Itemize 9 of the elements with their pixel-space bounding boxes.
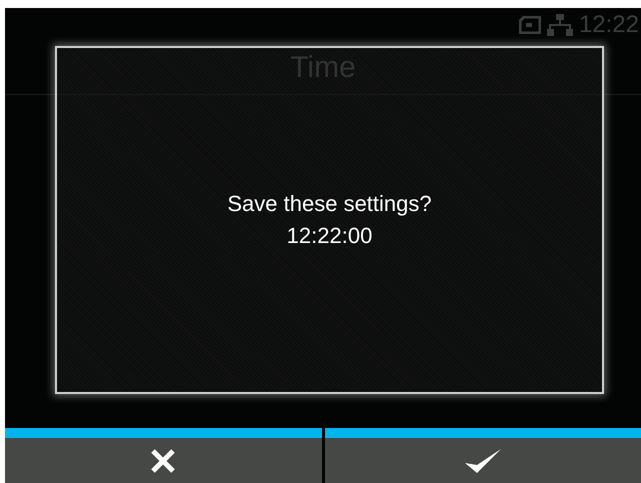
card-icon [518, 16, 541, 34]
status-time: 12:22 [578, 11, 639, 39]
confirm-button[interactable] [324, 428, 641, 483]
dialog-value: 12:22:00 [286, 223, 372, 249]
cancel-button[interactable] [5, 428, 322, 483]
close-icon [150, 448, 176, 474]
checkmark-icon [462, 446, 503, 474]
network-icon [546, 14, 573, 36]
dialog-message: Save these settings? [227, 191, 432, 217]
